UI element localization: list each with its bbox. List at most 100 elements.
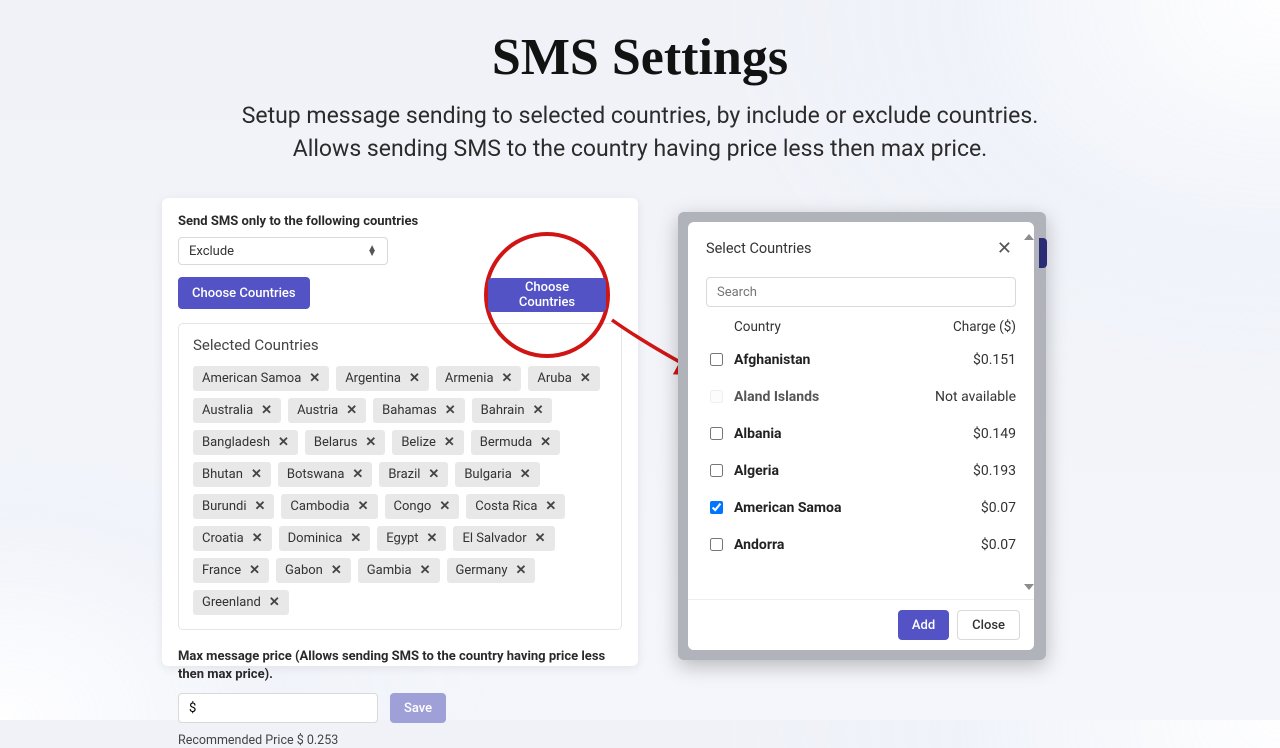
country-chip-label: Croatia: [202, 531, 244, 546]
country-chip: Dominica ✕: [279, 526, 371, 551]
remove-chip-icon[interactable]: ✕: [409, 371, 420, 386]
max-price-label: Max message price (Allows sending SMS to…: [178, 648, 622, 683]
mode-select-value: Exclude: [189, 244, 234, 259]
choose-countries-button[interactable]: Choose Countries: [178, 277, 310, 309]
remove-chip-icon[interactable]: ✕: [255, 499, 266, 514]
select-countries-modal: Select Countries ✕ Country Charge ($) Af…: [688, 222, 1034, 650]
remove-chip-icon[interactable]: ✕: [520, 467, 531, 482]
page-subtitle-line-1: Setup message sending to selected countr…: [242, 102, 1039, 129]
country-chip-label: Belize: [401, 435, 436, 450]
country-chip-label: Botswana: [287, 467, 345, 482]
remove-chip-icon[interactable]: ✕: [445, 403, 456, 418]
remove-chip-icon[interactable]: ✕: [545, 499, 556, 514]
country-chip: Bhutan ✕: [193, 462, 271, 487]
country-charge: $0.151: [924, 352, 1016, 368]
column-header-charge: Charge ($): [953, 319, 1016, 335]
country-name: Andorra: [734, 537, 924, 553]
country-chip: Croatia ✕: [193, 526, 272, 551]
remove-chip-icon[interactable]: ✕: [309, 371, 320, 386]
country-row: Albania$0.149: [706, 415, 1016, 452]
country-checkbox[interactable]: [710, 501, 723, 514]
country-chip-label: Congo: [394, 499, 432, 514]
country-chip-label: Bangladesh: [202, 435, 270, 450]
country-checkbox[interactable]: [710, 427, 723, 440]
remove-chip-icon[interactable]: ✕: [346, 403, 357, 418]
select-countries-modal-backdrop: Select Countries ✕ Country Charge ($) Af…: [678, 212, 1046, 660]
remove-chip-icon[interactable]: ✕: [352, 467, 363, 482]
close-icon[interactable]: ✕: [993, 236, 1016, 261]
save-button[interactable]: Save: [390, 693, 446, 723]
remove-chip-icon[interactable]: ✕: [261, 403, 272, 418]
add-button[interactable]: Add: [898, 610, 949, 640]
country-checkbox[interactable]: [710, 464, 723, 477]
country-chip-label: Germany: [456, 563, 508, 578]
country-checkbox[interactable]: [710, 353, 723, 366]
remove-chip-icon[interactable]: ✕: [249, 563, 260, 578]
remove-chip-icon[interactable]: ✕: [535, 531, 546, 546]
remove-chip-icon[interactable]: ✕: [331, 563, 342, 578]
remove-chip-icon[interactable]: ✕: [365, 435, 376, 450]
country-chip: Bermuda ✕: [471, 430, 560, 455]
remove-chip-icon[interactable]: ✕: [420, 563, 431, 578]
remove-chip-icon[interactable]: ✕: [444, 435, 455, 450]
country-chip: Burundi✕: [193, 494, 274, 519]
country-chip-label: Bahrain: [481, 403, 525, 418]
country-chip-label: Bhutan: [202, 467, 243, 482]
remove-chip-icon[interactable]: ✕: [439, 499, 450, 514]
country-chip: Egypt✕: [377, 526, 446, 551]
country-chip: Bahrain ✕: [472, 398, 553, 423]
remove-chip-icon[interactable]: ✕: [533, 403, 544, 418]
mode-select[interactable]: Exclude ▲▼: [178, 237, 388, 265]
country-chip-label: Argentina: [345, 371, 401, 386]
country-chip: El Salvador✕: [453, 526, 554, 551]
country-chip-label: American Samoa: [202, 371, 301, 386]
search-input[interactable]: [706, 277, 1016, 307]
country-row: Andorra$0.07: [706, 526, 1016, 563]
country-chip-label: France: [202, 563, 241, 578]
remove-chip-icon[interactable]: ✕: [251, 467, 262, 482]
selected-countries-panel: Selected Countries American Samoa✕Argent…: [178, 323, 622, 630]
remove-chip-icon[interactable]: ✕: [428, 467, 439, 482]
remove-chip-icon[interactable]: ✕: [502, 371, 513, 386]
country-chip: American Samoa ✕: [193, 366, 329, 391]
remove-chip-icon[interactable]: ✕: [540, 435, 551, 450]
country-charge: $0.07: [924, 500, 1016, 516]
country-chip: Belize ✕: [392, 430, 463, 455]
country-chip-label: Greenland: [202, 595, 261, 610]
country-name: Aland Islands: [734, 389, 924, 405]
remove-chip-icon[interactable]: ✕: [358, 499, 369, 514]
country-chip-label: Armenia: [445, 371, 494, 386]
country-chip: Gabon ✕: [276, 558, 351, 583]
remove-chip-icon[interactable]: ✕: [252, 531, 263, 546]
page-title: SMS Settings: [0, 28, 1280, 87]
country-chip-label: Gabon: [285, 563, 323, 578]
remove-chip-icon[interactable]: ✕: [350, 531, 361, 546]
remove-chip-icon[interactable]: ✕: [278, 435, 289, 450]
close-button[interactable]: Close: [957, 610, 1020, 640]
remove-chip-icon[interactable]: ✕: [269, 595, 280, 610]
country-checkbox: [710, 390, 723, 403]
country-chip: Costa Rica✕: [466, 494, 565, 519]
country-row: Aland IslandsNot available: [706, 378, 1016, 415]
country-charge: Not available: [924, 389, 1016, 405]
country-name: Albania: [734, 426, 924, 442]
country-chip: Bulgaria✕: [455, 462, 539, 487]
country-chip: Brazil✕: [379, 462, 448, 487]
choose-countries-highlight-button[interactable]: Choose Countries: [488, 278, 606, 312]
country-chip-label: Australia: [202, 403, 253, 418]
country-chip-label: Bermuda: [480, 435, 532, 450]
send-sms-countries-label: Send SMS only to the following countries: [178, 214, 622, 229]
country-chip-label: Dominica: [288, 531, 343, 546]
country-chip: Bahamas✕: [373, 398, 465, 423]
country-chip: Gambia✕: [358, 558, 440, 583]
remove-chip-icon[interactable]: ✕: [580, 371, 591, 386]
remove-chip-icon[interactable]: ✕: [427, 531, 438, 546]
max-price-input[interactable]: [178, 693, 378, 723]
country-chip: Belarus✕: [305, 430, 385, 455]
country-chip: Armenia ✕: [436, 366, 522, 391]
remove-chip-icon[interactable]: ✕: [516, 563, 527, 578]
country-checkbox[interactable]: [710, 538, 723, 551]
country-row: Angola$0.105: [706, 563, 1016, 571]
country-chip: France ✕: [193, 558, 269, 583]
column-header-country: Country: [734, 319, 781, 335]
